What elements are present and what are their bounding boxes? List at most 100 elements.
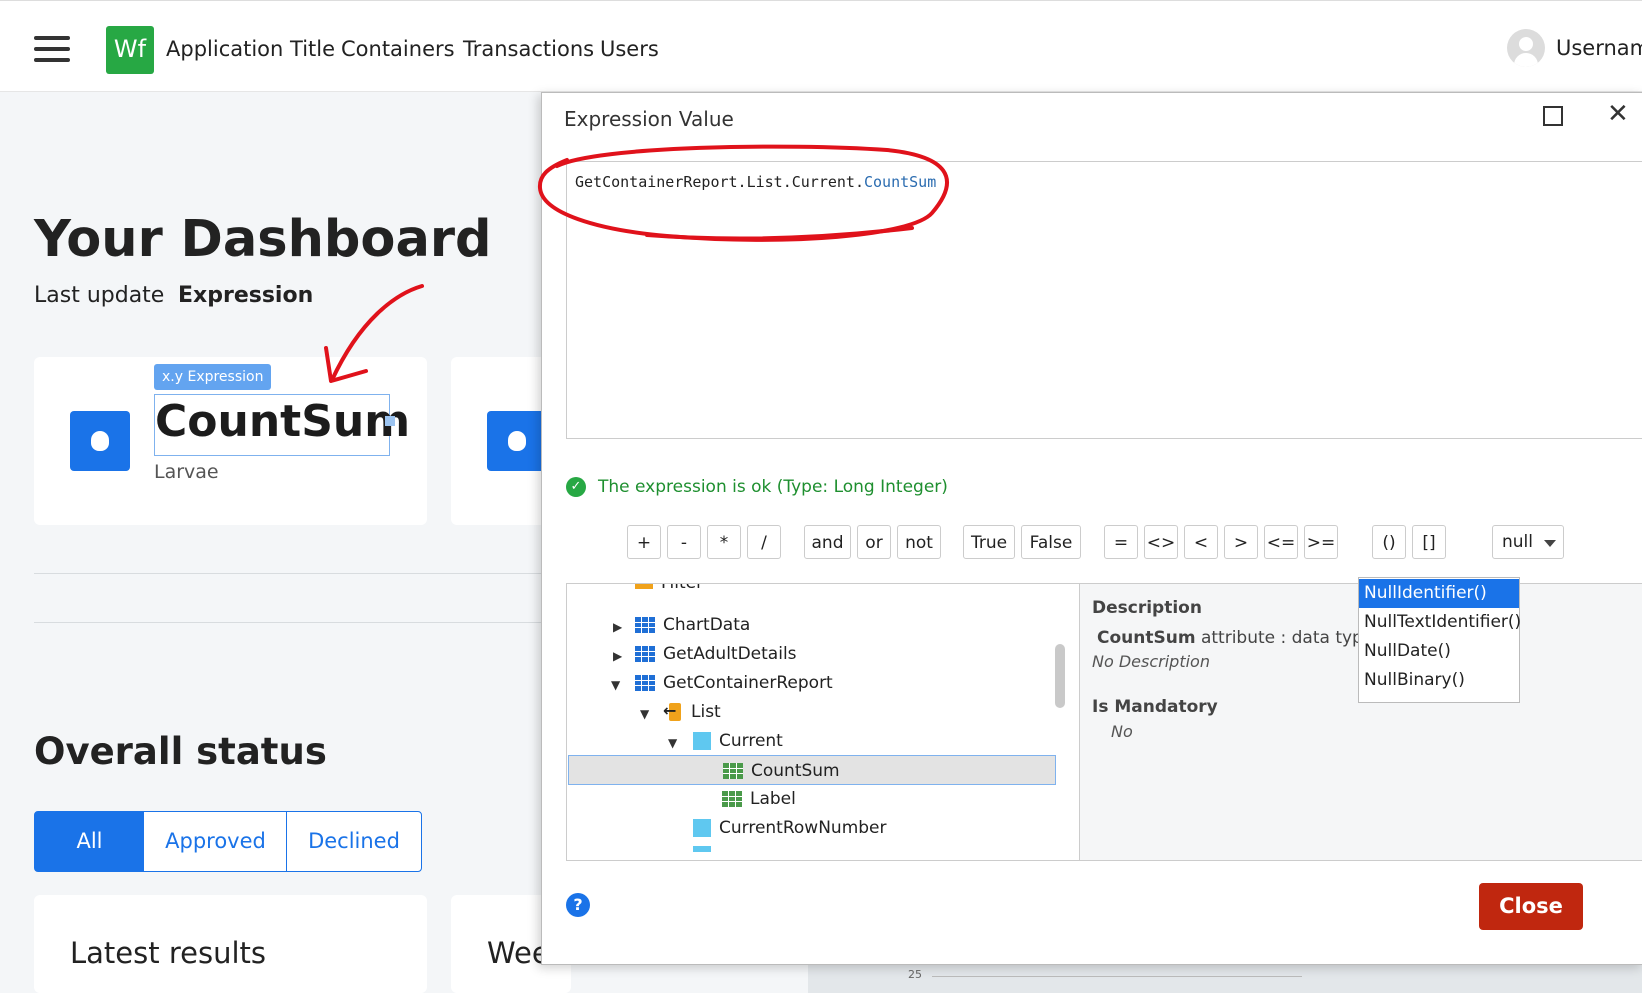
filter-approved-button[interactable]: Approved	[143, 811, 288, 872]
op-or-button[interactable]: or	[857, 525, 891, 559]
op-brackets-button[interactable]: []	[1412, 525, 1446, 559]
mandatory-heading: Is Mandatory	[1092, 697, 1218, 717]
filter-icon	[635, 584, 653, 589]
tree-item-label: ChartData	[663, 615, 751, 635]
page-title: Your Dashboard	[34, 210, 492, 269]
tree-item-label: CountSum	[751, 761, 840, 781]
validation-text: The expression is ok (Type: Long Integer…	[598, 477, 948, 497]
tree-item-label: Current	[719, 731, 783, 751]
table-icon	[635, 617, 655, 633]
op-minus-button[interactable]: -	[667, 525, 701, 559]
op-less-equal-button[interactable]: <=	[1264, 525, 1298, 559]
card-label: Larvae	[154, 461, 219, 483]
tree-item-label: Filter	[661, 583, 704, 593]
attribute-icon	[723, 763, 743, 779]
attribute-tree[interactable]: Filter ▶ ChartData ▶ GetAdultDetails ▼ G…	[566, 583, 1086, 861]
hamburger-menu-icon[interactable]	[34, 36, 70, 62]
validation-status: ✓ The expression is ok (Type: Long Intege…	[566, 477, 948, 497]
op-multiply-button[interactable]: *	[707, 525, 741, 559]
op-greater-button[interactable]: >	[1224, 525, 1258, 559]
tree-item-label-attr[interactable]: Label	[722, 784, 796, 814]
dialog-title: Expression Value	[564, 107, 734, 131]
nav-users[interactable]: Users	[600, 37, 659, 61]
help-icon[interactable]: ?	[566, 893, 590, 917]
card-value[interactable]: CountSum	[155, 396, 410, 447]
tree-scrollbar[interactable]	[1055, 644, 1065, 708]
tree-item-label: CurrentRowNumber	[719, 818, 887, 838]
tree-item-list[interactable]: List	[663, 696, 721, 727]
table-icon	[635, 675, 655, 691]
op-equals-button[interactable]: =	[1104, 525, 1138, 559]
record-icon	[693, 732, 711, 750]
last-update-value: Expression	[178, 283, 314, 308]
null-select[interactable]: null	[1492, 525, 1564, 559]
app-title[interactable]: Application Title	[166, 37, 335, 61]
op-parens-button[interactable]: ()	[1372, 525, 1406, 559]
expression-badge[interactable]: x.y Expression	[154, 364, 272, 390]
tree-item-countsum[interactable]: CountSum	[568, 755, 1056, 785]
resize-handle[interactable]	[385, 416, 395, 426]
username[interactable]: Username	[1556, 36, 1642, 60]
latest-results-title: Latest results	[70, 936, 266, 970]
nav-containers[interactable]: Containers	[341, 37, 455, 61]
op-and-button[interactable]: and	[804, 525, 851, 559]
tree-item-label: GetAdultDetails	[663, 644, 797, 664]
null-option-nulltextidentifier[interactable]: NullTextIdentifier()	[1359, 608, 1521, 637]
chart-gridline	[932, 976, 1302, 977]
op-greater-equal-button[interactable]: >=	[1304, 525, 1338, 559]
user-avatar-icon[interactable]	[1507, 29, 1545, 67]
null-option-nulldate[interactable]: NullDate()	[1359, 637, 1519, 666]
bug-icon	[70, 411, 130, 471]
tree-item-partial[interactable]: Filter	[635, 583, 704, 598]
attribute-type-text: attribute : data type I	[1200, 628, 1384, 648]
op-divide-button[interactable]: /	[747, 525, 781, 559]
op-false-button[interactable]: False	[1021, 525, 1081, 559]
check-circle-icon: ✓	[566, 477, 586, 497]
nav-transactions[interactable]: Transactions	[463, 37, 594, 61]
filter-declined-button[interactable]: Declined	[286, 811, 422, 872]
chart-tick-label: 25	[908, 968, 922, 981]
expand-arrow-icon[interactable]: ▶	[613, 649, 622, 663]
op-plus-button[interactable]: +	[627, 525, 661, 559]
tree-item-label: List	[691, 702, 721, 722]
chevron-down-icon	[1544, 540, 1556, 547]
collapse-arrow-icon[interactable]: ▼	[668, 736, 677, 750]
op-not-equal-button[interactable]: <>	[1144, 525, 1178, 559]
list-icon	[663, 696, 683, 726]
close-button[interactable]: Close	[1479, 883, 1583, 930]
table-icon	[635, 646, 655, 662]
record-icon	[693, 819, 711, 837]
description-heading: Description	[1092, 598, 1202, 618]
expand-arrow-icon[interactable]: ▶	[613, 620, 622, 634]
op-less-button[interactable]: <	[1184, 525, 1218, 559]
tree-item-currentrownumber[interactable]: CurrentRowNumber	[693, 813, 887, 843]
record-icon	[693, 846, 711, 852]
divider	[34, 573, 544, 574]
maximize-icon[interactable]	[1543, 106, 1563, 126]
no-description-text: No Description	[1092, 652, 1210, 671]
filter-all-button[interactable]: All	[34, 811, 145, 872]
tree-item-chartdata[interactable]: ChartData	[635, 610, 750, 640]
bug-icon-2	[487, 411, 547, 471]
null-dropdown-list[interactable]: NullIdentifier() NullTextIdentifier() Nu…	[1358, 577, 1521, 703]
section-title-overall-status: Overall status	[34, 730, 327, 773]
tree-item-getadultdetails[interactable]: GetAdultDetails	[635, 639, 797, 669]
null-option-nullidentifier[interactable]: NullIdentifier()	[1359, 579, 1519, 608]
close-icon[interactable]: ✕	[1607, 101, 1629, 127]
attribute-name: CountSum	[1097, 628, 1196, 648]
divider	[34, 622, 544, 623]
collapse-arrow-icon[interactable]: ▼	[611, 678, 620, 692]
tree-item-current[interactable]: Current	[693, 726, 783, 756]
collapse-arrow-icon[interactable]: ▼	[640, 707, 649, 721]
tree-item-getcontainerreport[interactable]: GetContainerReport	[635, 668, 833, 698]
app-logo[interactable]: Wf	[106, 26, 154, 74]
op-not-button[interactable]: not	[897, 525, 941, 559]
description-text: CountSum attribute : data type I	[1097, 628, 1384, 648]
annotation-circle-icon	[537, 144, 949, 242]
last-update-label: Last update	[34, 283, 165, 308]
tree-item-label: Label	[750, 789, 796, 809]
attribute-icon	[722, 791, 742, 807]
annotation-arrow-icon	[324, 284, 424, 383]
op-true-button[interactable]: True	[963, 525, 1015, 559]
null-option-nullbinary[interactable]: NullBinary()	[1359, 666, 1519, 695]
